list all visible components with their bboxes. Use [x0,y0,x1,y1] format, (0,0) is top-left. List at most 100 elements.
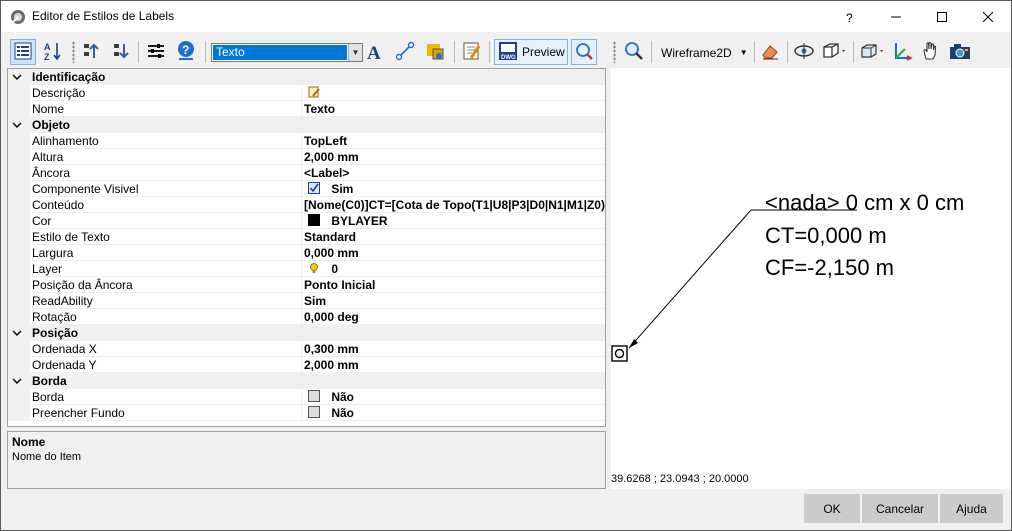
property-row[interactable]: Âncora <Label> [8,165,605,181]
checkbox-unchecked-icon[interactable] [308,405,320,421]
view-mode-combo[interactable]: Wireframe2D ▼ [656,42,751,63]
property-value[interactable]: 0,300 mm [304,341,605,357]
ok-button[interactable]: OK [804,494,860,523]
property-value[interactable]: Sim [304,293,605,309]
chevron-down-icon[interactable] [12,325,24,341]
property-row[interactable]: Conteúdo [Nome(C0)]CT=[Cota de Topo(T1|U… [8,197,605,213]
pick-button[interactable] [571,39,597,65]
chevron-down-icon[interactable]: ▼ [348,44,362,61]
property-value[interactable]: 0,000 mm [304,245,605,261]
property-row[interactable]: ReadAbility Sim [8,293,605,309]
font-button[interactable]: A [362,39,388,65]
property-row[interactable]: Altura 2,000 mm [8,149,605,165]
edit-button[interactable] [459,39,485,65]
help-button[interactable]: ? [827,1,873,32]
help-dialog-button[interactable]: Ajuda [940,494,1003,523]
eraser-button[interactable] [757,39,783,65]
title-bar: Editor de Estilos de Labels ? [1,1,1011,32]
borda-value: Não [331,390,355,404]
category-label: Objeto [32,118,70,132]
property-row[interactable]: Largura 0,000 mm [8,245,605,261]
color-swatch-icon [308,213,320,229]
property-value[interactable]: 0,000 deg [304,309,605,325]
categorized-button[interactable] [10,39,36,65]
property-value[interactable]: Ponto Inicial [304,277,605,293]
property-value[interactable]: Não [304,405,605,421]
property-row[interactable]: Borda Não [8,389,605,405]
property-value[interactable]: Standard [304,229,605,245]
move-up-icon [81,41,101,64]
sliders-icon [146,41,166,64]
row-margin [8,245,30,261]
property-row[interactable]: Ordenada Y 2,000 mm [8,357,605,373]
row-margin [8,389,30,405]
pan-button[interactable] [917,39,943,65]
property-row[interactable]: Componente Visivel Sim [8,181,605,197]
property-row[interactable]: Nome Texto [8,101,605,117]
checkbox-unchecked-icon[interactable] [308,389,320,405]
settings-button[interactable] [143,39,169,65]
property-value[interactable]: Não [304,389,605,405]
camera-button[interactable] [947,39,973,65]
category-identificacao[interactable]: Identificação [8,69,605,85]
minimize-button[interactable] [873,1,919,32]
fill-button[interactable] [422,39,448,65]
property-name: Alinhamento [32,133,302,149]
property-row[interactable]: Posição da Âncora Ponto Inicial [8,277,605,293]
edit-note-icon[interactable] [308,86,320,101]
chevron-down-icon: ▼ [739,48,748,57]
property-value[interactable]: 2,000 mm [304,149,605,165]
property-row[interactable]: Ordenada X 0,300 mm [8,341,605,357]
description-title: Nome [12,435,46,449]
app-icon [10,9,26,25]
row-margin [8,133,30,149]
svg-text:DWG: DWG [501,55,516,61]
category-posicao[interactable]: Posição [8,325,605,341]
chevron-down-icon[interactable] [12,373,24,389]
property-row[interactable]: Descrição [8,85,605,101]
row-margin [8,85,30,101]
preview-button[interactable]: DWG Preview [494,39,568,65]
property-name: Âncora [32,165,302,181]
property-row[interactable]: Estilo de Texto Standard [8,229,605,245]
preview-viewport[interactable]: <nada> 0 cm x 0 cm CT=0,000 m CF=-2,150 … [611,68,1011,489]
property-value[interactable]: 2,000 mm [304,357,605,373]
chevron-down-icon[interactable] [12,69,24,85]
anchor-point-marker [611,345,628,362]
property-row[interactable]: Layer 0 [8,261,605,277]
help-tool-button[interactable]: ? [173,39,199,65]
property-value[interactable]: Texto [304,101,605,117]
move-down-button[interactable] [108,39,134,65]
row-margin [8,213,30,229]
property-row[interactable]: Rotação 0,000 deg [8,309,605,325]
property-row[interactable]: Alinhamento TopLeft [8,133,605,149]
chevron-down-icon[interactable] [12,117,24,133]
zoom-button[interactable] [621,39,647,65]
property-value[interactable]: BYLAYER [304,213,605,229]
cube-view-button[interactable] [819,39,851,65]
style-combo[interactable]: Texto ▼ [211,43,363,62]
property-value[interactable]: TopLeft [304,133,605,149]
leader-button[interactable] [392,39,418,65]
property-value[interactable]: Sim [304,181,605,197]
cancel-button[interactable]: Cancelar [862,494,938,523]
property-value[interactable]: [Nome(C0)]CT=[Cota de Topo(T1|U8|P3|D0|N… [304,197,605,213]
property-row[interactable]: Cor BYLAYER [8,213,605,229]
category-objeto[interactable]: Objeto [8,117,605,133]
move-up-button[interactable] [78,39,104,65]
row-margin [8,197,30,213]
maximize-button[interactable] [919,1,965,32]
property-value[interactable]: 0 [304,261,605,277]
leader-icon [395,41,415,64]
row-margin [8,277,30,293]
axes-button[interactable] [889,39,915,65]
property-value[interactable] [304,85,605,101]
category-borda[interactable]: Borda [8,373,605,389]
views-button[interactable] [857,39,889,65]
property-value[interactable]: <Label> [304,165,605,181]
close-button[interactable] [965,1,1011,32]
sort-alphabetical-button[interactable]: AZ [40,39,66,65]
property-row[interactable]: Preencher Fundo Não [8,405,605,421]
orbit-button[interactable] [791,39,817,65]
checkbox-checked-icon[interactable] [308,181,320,197]
